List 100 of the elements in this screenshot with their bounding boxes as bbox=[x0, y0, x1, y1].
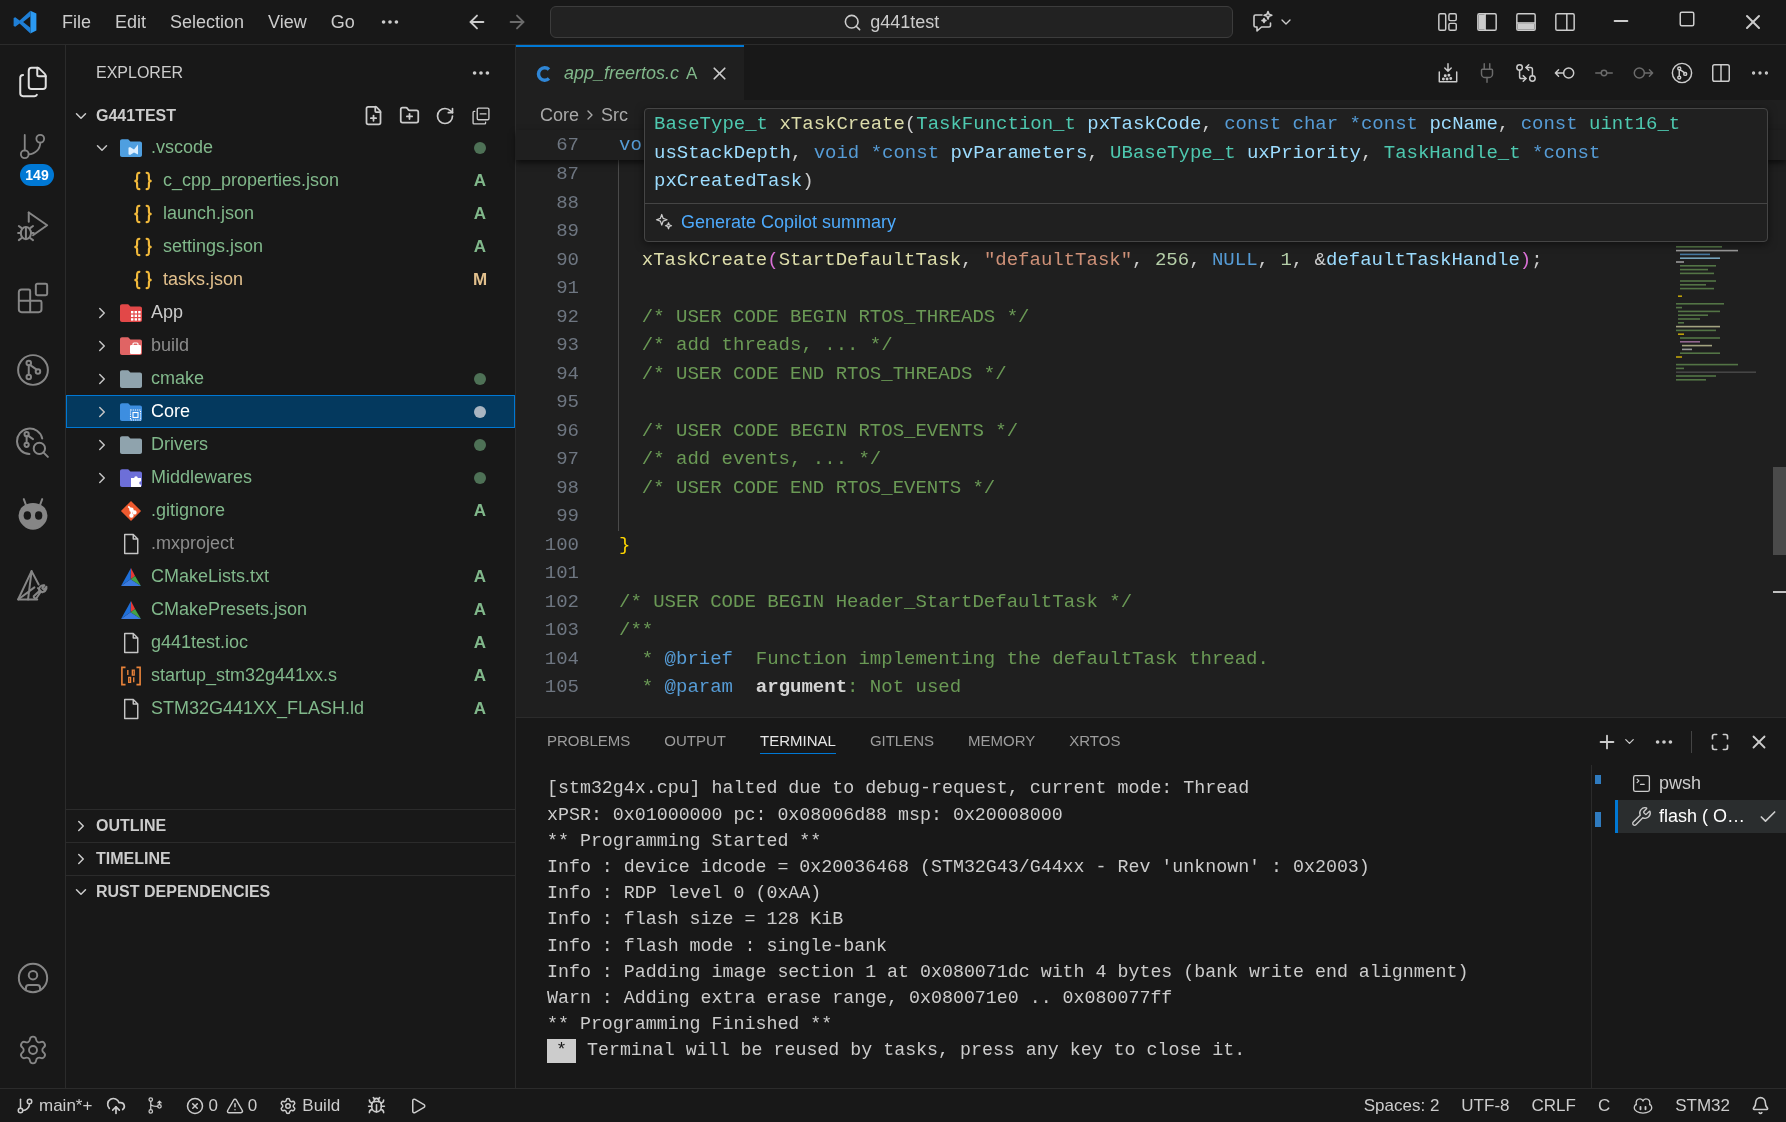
status-item[interactable]: Spaces: 2 bbox=[1352, 1092, 1451, 1119]
sidebar-left-icon[interactable] bbox=[1475, 11, 1498, 33]
menu-item[interactable]: Go bbox=[318, 8, 367, 36]
maximize-icon[interactable] bbox=[1678, 10, 1696, 28]
build-button[interactable]: Build bbox=[279, 1092, 341, 1119]
panel-tab[interactable]: TERMINAL bbox=[760, 729, 836, 754]
tree-item[interactable]: g441test.ioc A bbox=[66, 626, 515, 659]
folder-briefcase-icon bbox=[119, 335, 143, 356]
tree-item[interactable]: Middlewares bbox=[66, 461, 515, 494]
cursor-marker bbox=[1773, 591, 1786, 593]
graph-icon[interactable] bbox=[145, 1096, 165, 1115]
braces-icon bbox=[132, 170, 154, 191]
menu-item[interactable]: View bbox=[256, 8, 319, 36]
section-header[interactable]: G441TEST bbox=[72, 103, 177, 128]
status-item[interactable]: CRLF bbox=[1520, 1092, 1587, 1119]
sparkle-icon bbox=[655, 213, 673, 231]
sidebar-right-icon[interactable] bbox=[1553, 11, 1576, 33]
maximize-icon[interactable] bbox=[1710, 731, 1730, 752]
tree-item[interactable]: STM32G441XX_FLASH.ld A bbox=[66, 692, 515, 725]
session-item[interactable]: flash ( O… bbox=[1615, 800, 1786, 833]
tree-item[interactable]: launch.json A bbox=[66, 197, 515, 230]
panel-tab[interactable]: PROBLEMS bbox=[547, 729, 631, 754]
chat-sparkle-icon[interactable] bbox=[1250, 10, 1275, 34]
code-line: /* USER CODE BEGIN Header_StartDefaultTask */ bbox=[619, 590, 1133, 613]
session-item[interactable]: pwsh bbox=[1615, 767, 1786, 800]
tree-item[interactable]: settings.json A bbox=[66, 230, 515, 263]
problems-button[interactable]: 0 0 bbox=[186, 1092, 258, 1119]
tree-item[interactable]: startup_stm32g441xx.s A bbox=[66, 659, 515, 692]
terminal-line: Terminal will be reused by tasks, press any key to close it. bbox=[587, 1039, 1246, 1063]
git-status: A bbox=[472, 697, 488, 720]
pyramid-wrench-icon[interactable] bbox=[15, 569, 50, 603]
git-status: A bbox=[472, 235, 488, 258]
tree-item[interactable]: Core bbox=[66, 395, 515, 428]
branch-circle-icon[interactable] bbox=[15, 353, 50, 387]
tree-item[interactable]: .mxproject bbox=[66, 527, 515, 560]
tree-item[interactable]: tasks.json M bbox=[66, 263, 515, 296]
account-icon[interactable] bbox=[15, 961, 50, 995]
command-center[interactable]: g441test bbox=[549, 6, 1233, 38]
menu-item[interactable]: File bbox=[50, 8, 103, 36]
terminal-line: ** Programming Started ** bbox=[547, 829, 822, 853]
code-line: * @param argument: Not used bbox=[641, 676, 962, 698]
line-number: 67 bbox=[555, 132, 579, 158]
status-item[interactable]: STM32 bbox=[1665, 1092, 1740, 1119]
panel-tab[interactable]: GITLENS bbox=[869, 729, 935, 754]
cloud-upload-icon[interactable] bbox=[106, 1095, 127, 1116]
terminal-line: Info : device idcode = 0x20036468 (STM32G43/G44xx - Rev 'unknown' : 0x2003) bbox=[547, 855, 1370, 879]
refresh-icon[interactable] bbox=[435, 105, 455, 126]
branch-search-icon[interactable] bbox=[15, 425, 50, 459]
section-header[interactable]: OUTLINE bbox=[72, 814, 167, 838]
tree-item[interactable]: build bbox=[66, 329, 515, 362]
line-number: 95 bbox=[555, 390, 579, 415]
tree-item[interactable]: .gitignore A bbox=[66, 494, 515, 527]
blocks-icon[interactable] bbox=[15, 281, 50, 315]
tree-item[interactable]: CMakePresets.json A bbox=[66, 593, 515, 626]
split-editor-icon[interactable] bbox=[1709, 61, 1732, 84]
folder-icon bbox=[119, 368, 143, 389]
tree-item[interactable]: .vscode bbox=[66, 131, 515, 164]
line-number: 96 bbox=[555, 418, 579, 444]
code-line: /** bbox=[619, 619, 654, 641]
breadcrumb-item[interactable]: Src bbox=[601, 101, 628, 129]
new-folder-icon[interactable] bbox=[398, 105, 420, 126]
terminal-line: Warn : Adding extra erase range, 0x080071e0 .. 0x080077ff bbox=[547, 986, 1173, 1010]
code-line: /* USER CODE END RTOS_EVENTS */ bbox=[641, 476, 996, 499]
compare-icon[interactable] bbox=[1514, 61, 1537, 84]
git-status: A bbox=[472, 169, 488, 192]
editor-tab[interactable]: app_freertos.c A bbox=[516, 45, 745, 100]
folder-chip-icon bbox=[119, 401, 143, 422]
tree-item[interactable]: App bbox=[66, 296, 515, 329]
bug-icon[interactable] bbox=[366, 1096, 386, 1115]
tree-item[interactable]: Drivers bbox=[66, 428, 515, 461]
git-status: M bbox=[472, 268, 488, 291]
panel-tab[interactable]: MEMORY bbox=[968, 729, 1036, 754]
layout-icon[interactable] bbox=[1436, 11, 1459, 33]
status-item[interactable]: UTF-8 bbox=[1450, 1092, 1521, 1119]
branch-icon[interactable] bbox=[17, 131, 48, 162]
section-header[interactable]: RUST DEPENDENCIES bbox=[72, 880, 271, 904]
bell-icon[interactable] bbox=[1750, 1096, 1770, 1115]
goggles-icon[interactable] bbox=[1633, 1095, 1654, 1116]
branch-circle-icon[interactable] bbox=[1670, 61, 1693, 84]
panel-tab[interactable]: XRTOS bbox=[1069, 729, 1121, 754]
triangle-icon bbox=[120, 566, 142, 587]
menu-item[interactable]: Selection bbox=[158, 8, 257, 36]
panel-bottom-icon[interactable] bbox=[1514, 11, 1537, 33]
menu-item[interactable]: Edit bbox=[103, 8, 159, 36]
git-status: A bbox=[472, 202, 488, 225]
copilot-summary-link[interactable]: Generate Copilot summary bbox=[681, 208, 897, 236]
play-bug-icon[interactable] bbox=[15, 209, 50, 243]
status-item[interactable]: C bbox=[1586, 1092, 1622, 1119]
tree-item[interactable]: CMakeLists.txt A bbox=[66, 560, 515, 593]
section-header[interactable]: TIMELINE bbox=[72, 847, 171, 871]
tree-item[interactable]: cmake bbox=[66, 362, 515, 395]
branch-button[interactable]: main*+ bbox=[0, 1092, 99, 1119]
file-icon bbox=[122, 697, 140, 720]
collapse-all-icon[interactable] bbox=[471, 105, 491, 126]
breadcrumb-item[interactable]: Core bbox=[540, 101, 579, 129]
play-icon[interactable] bbox=[409, 1096, 428, 1115]
download-tray-icon[interactable] bbox=[1436, 61, 1459, 84]
file-icon bbox=[122, 631, 140, 654]
tree-item[interactable]: c_cpp_properties.json A bbox=[66, 164, 515, 197]
panel-tab[interactable]: OUTPUT bbox=[664, 729, 727, 754]
